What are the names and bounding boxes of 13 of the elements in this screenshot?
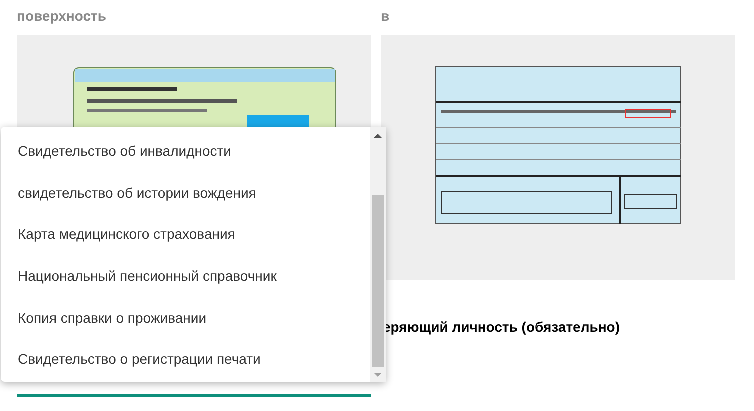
dropdown-item[interactable]: свидетельство об истории вождения (1, 172, 370, 214)
panel-label: в (381, 7, 391, 26)
scroll-down-icon[interactable] (374, 372, 382, 378)
scrollbar-thumb[interactable] (372, 195, 384, 367)
panel-label: поверхность (17, 7, 108, 26)
section-heading: еряющий личность (обязательно) (383, 319, 620, 335)
dropdown-item[interactable]: Свидетельство об инвалидности (1, 131, 370, 173)
scrollbar[interactable] (370, 127, 386, 382)
dropdown-item[interactable]: Национальный пенсионный справочник (1, 256, 370, 298)
dropdown-item[interactable]: Карта медицинского страхования (1, 214, 370, 256)
dropdown-item[interactable]: Копия справки о проживании (1, 297, 370, 339)
scroll-up-icon[interactable] (374, 133, 382, 139)
dropdown-item[interactable]: Свидетельство о регистрации печати (1, 338, 370, 381)
